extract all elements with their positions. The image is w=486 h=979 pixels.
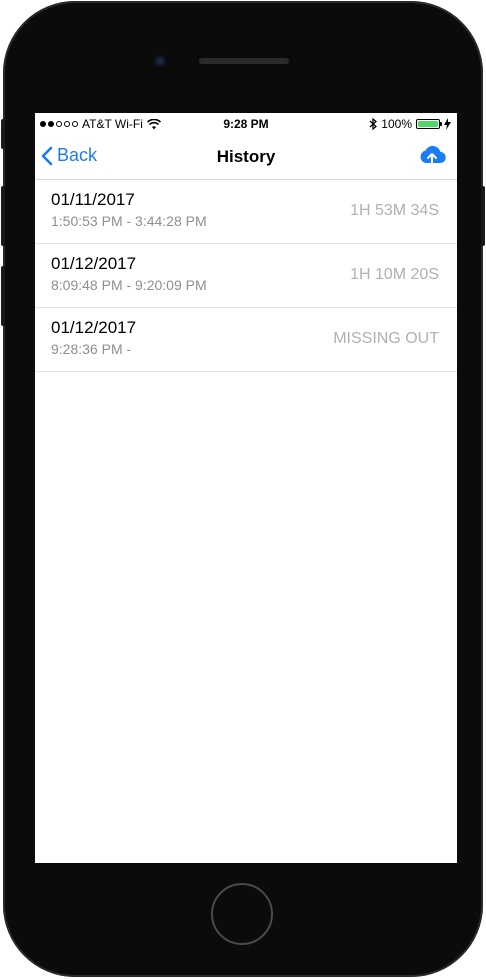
history-row[interactable]: 01/12/2017 9:28:36 PM - MISSING OUT [35, 308, 457, 372]
phone-frame: AT&T Wi-Fi 9:28 PM 100% Back History 01/… [1, 1, 485, 977]
history-date: 01/12/2017 [51, 254, 137, 273]
history-duration: 1H 53M 34S [350, 202, 439, 219]
battery-percent: 100% [381, 117, 412, 131]
power-button [481, 186, 485, 246]
cloud-upload-icon[interactable] [417, 143, 447, 169]
history-time-range: 1:50:53 PM - 3:44:28 PM [51, 213, 207, 229]
status-right: 100% [369, 117, 451, 131]
history-duration: MISSING OUT [333, 330, 439, 347]
page-title: History [216, 147, 276, 166]
history-list: 01/11/2017 1:50:53 PM - 3:44:28 PM 1H 53… [35, 180, 457, 372]
history-row[interactable]: 01/11/2017 1:50:53 PM - 3:44:28 PM 1H 53… [35, 180, 457, 244]
battery-fill [418, 121, 438, 127]
navigation-bar: Back History [35, 135, 457, 180]
earpiece-speaker [199, 58, 289, 64]
status-bar: AT&T Wi-Fi 9:28 PM 100% [35, 113, 457, 135]
battery-icon [416, 119, 442, 129]
history-row[interactable]: 01/12/2017 8:09:48 PM - 9:20:09 PM 1H 10… [35, 244, 457, 308]
mute-switch [1, 119, 5, 149]
volume-down-button [1, 266, 5, 326]
home-button[interactable] [211, 883, 273, 945]
charging-bolt-icon [444, 118, 451, 130]
screen: AT&T Wi-Fi 9:28 PM 100% Back History 01/… [35, 113, 457, 863]
volume-up-button [1, 186, 5, 246]
history-time-range: 8:09:48 PM - 9:20:09 PM [51, 277, 207, 293]
bluetooth-icon [369, 118, 378, 130]
front-camera [154, 55, 166, 67]
history-date: 01/11/2017 [51, 190, 135, 209]
history-time-range: 9:28:36 PM - [51, 341, 132, 357]
history-duration: 1H 10M 20S [350, 266, 439, 283]
history-date: 01/12/2017 [51, 318, 137, 337]
